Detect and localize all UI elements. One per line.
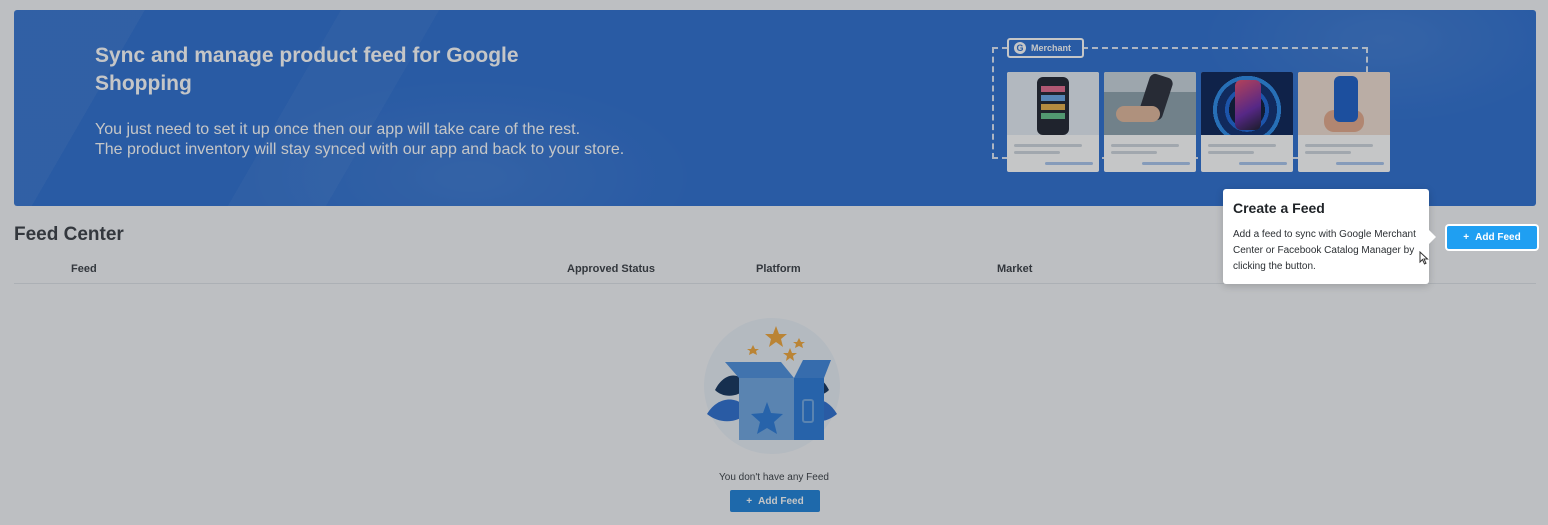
- tooltip-title: Create a Feed: [1233, 200, 1325, 216]
- create-feed-tooltip: Create a Feed Add a feed to sync with Go…: [1223, 189, 1436, 284]
- add-feed-button-label: Add Feed: [1475, 232, 1521, 243]
- plus-icon: +: [1463, 232, 1470, 243]
- mouse-cursor-icon: [1419, 250, 1429, 270]
- tooltip-body: Add a feed to sync with Google Merchant …: [1233, 229, 1416, 272]
- add-feed-button[interactable]: + Add Feed: [1447, 226, 1537, 249]
